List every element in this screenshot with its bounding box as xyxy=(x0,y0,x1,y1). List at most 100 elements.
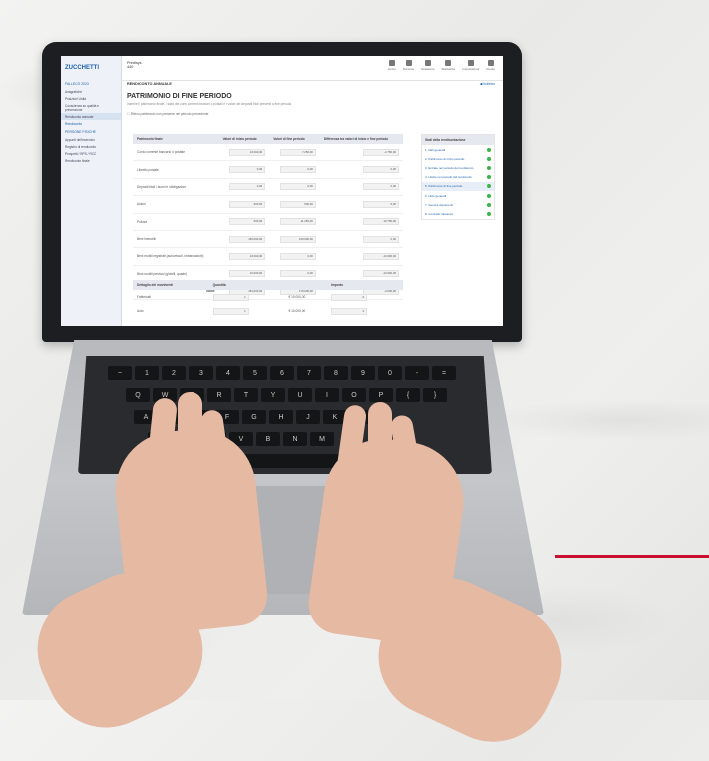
value-field[interactable]: 11.250,00 xyxy=(279,218,316,226)
row-label: Conto corrente bancario o postale xyxy=(133,144,219,162)
value-field[interactable]: 1 xyxy=(212,307,249,315)
panel-item[interactable]: 2. Patrimonio di inizio periodo xyxy=(422,154,494,163)
key[interactable]: 6 xyxy=(270,366,294,380)
value-field[interactable]: 10.000,00 xyxy=(229,148,266,156)
column-header: Importo xyxy=(327,280,403,290)
value-field[interactable]: 0,00 xyxy=(279,183,316,191)
key[interactable]: 2 xyxy=(162,366,186,380)
panel-item[interactable]: 3. Entrate nel periodo del rendiconto xyxy=(422,163,494,172)
value-field[interactable]: 0,00 xyxy=(279,270,316,278)
value-field: -2.750,00 xyxy=(363,148,399,156)
key[interactable]: 0 xyxy=(378,366,402,380)
value-field[interactable]: 500,00 xyxy=(229,218,266,226)
back-button[interactable]: ◀ Indietro xyxy=(480,82,495,86)
key[interactable]: I xyxy=(315,388,339,402)
sidebar-item[interactable]: Consulenza su qualità e prevenzione xyxy=(61,102,121,113)
sidebar-item-active[interactable]: Rendiconto annuale xyxy=(61,113,121,120)
sidebar: ZUCCHETTI FALLECO 2023 Anagrafiche Posiz… xyxy=(61,56,122,326)
key[interactable]: Y xyxy=(261,388,285,402)
sidebar-item[interactable]: Prospetti / RPS / RCC xyxy=(61,150,121,157)
key[interactable]: P xyxy=(369,388,393,402)
table-row: Polizze 500,00 11.250,00 10.750,00 xyxy=(133,213,403,231)
sidebar-item[interactable]: Anagrafiche xyxy=(61,88,121,95)
table-row: Auto 1 € 10.000,00 0 xyxy=(133,304,403,318)
value-field[interactable]: 0 xyxy=(331,307,368,315)
key[interactable]: R xyxy=(207,388,231,402)
key[interactable]: ~ xyxy=(108,366,132,380)
table-row: Fabbricati 1 € 10.000,00 0 xyxy=(133,290,403,304)
key[interactable]: 1 xyxy=(135,366,159,380)
key[interactable]: O xyxy=(342,388,366,402)
key[interactable]: } xyxy=(423,388,447,402)
panel-item-active[interactable]: 5. Patrimonio di fine periodo xyxy=(422,181,494,191)
topbar-icons: Home Persone Scadenze Statistiche Impost… xyxy=(388,60,495,71)
panel-item[interactable]: 1. Dati generali xyxy=(422,145,494,154)
key[interactable]: U xyxy=(288,388,312,402)
panel-item[interactable]: 7. Genera documenti xyxy=(422,200,494,209)
value-field[interactable]: 1 xyxy=(212,293,249,301)
sidebar-item[interactable]: Registro di rendiconto xyxy=(61,143,121,150)
red-accent-line xyxy=(555,555,709,558)
key[interactable]: - xyxy=(405,366,429,380)
value-field[interactable]: 10.000,00 xyxy=(229,252,266,260)
key[interactable]: 8 xyxy=(324,366,348,380)
people-icon[interactable]: Persone xyxy=(403,60,414,71)
panel-item[interactable]: 4. Uscite nel periodo del rendiconto xyxy=(422,173,494,182)
value-field[interactable]: 0 xyxy=(331,293,368,301)
row-label: Polizze xyxy=(133,213,219,231)
amount-text: € 10.000,00 xyxy=(288,309,306,313)
key[interactable]: B xyxy=(256,432,280,446)
settings-icon[interactable]: Impostazioni xyxy=(462,60,479,71)
key[interactable]: 7 xyxy=(297,366,321,380)
sidebar-item[interactable]: Rendiconto finale xyxy=(61,157,121,164)
key[interactable]: { xyxy=(396,388,420,402)
page-description: Inserire il patrimonio finale, i saldi d… xyxy=(127,102,292,106)
column-header xyxy=(284,280,328,290)
sidebar-section-rendiconto: Rendiconto xyxy=(65,122,83,126)
check-icon xyxy=(487,156,491,161)
value-field[interactable]: 150.000,00 xyxy=(279,235,316,243)
value-field[interactable]: 0,00 xyxy=(229,166,266,174)
panel-item[interactable]: 8. Controllo rilevanze xyxy=(422,209,494,218)
value-field: 10.750,00 xyxy=(363,218,399,226)
key[interactable]: H xyxy=(269,410,293,424)
check-icon xyxy=(487,175,491,180)
panel-title: Stati della rendicontazione xyxy=(422,135,494,145)
key[interactable]: 3 xyxy=(189,366,213,380)
key[interactable]: M xyxy=(310,432,334,446)
table-row: Depositi titoli / buoni e obbligazioni 0… xyxy=(133,178,403,197)
value-field[interactable]: 0,00 xyxy=(279,166,316,174)
value-field[interactable]: 7.250,00 xyxy=(279,148,316,156)
sidebar-item[interactable]: Appunti dell'esercizio xyxy=(61,136,121,143)
value-field[interactable]: 0,00 xyxy=(279,252,316,260)
key[interactable]: 9 xyxy=(351,366,375,380)
sidebar-item[interactable]: Posizioni Unità xyxy=(61,95,121,102)
new-asset-checkbox[interactable]: ☐ Rilevo patrimonio non presente nel per… xyxy=(127,112,497,116)
value-field[interactable]: 500,00 xyxy=(229,200,266,208)
key[interactable]: 4 xyxy=(216,366,240,380)
key[interactable]: = xyxy=(432,366,456,380)
key[interactable]: T xyxy=(234,388,258,402)
value-field[interactable]: 150.000,00 xyxy=(229,235,266,243)
value-field[interactable]: 10.000,00 xyxy=(229,270,266,278)
value-field[interactable]: 500,00 xyxy=(279,200,316,208)
key[interactable]: J xyxy=(296,410,320,424)
key[interactable]: 5 xyxy=(243,366,267,380)
column-header: Valori di fine periodo xyxy=(269,134,320,144)
row-label: Fabbricati xyxy=(137,295,151,299)
table-row: Libretto postale 0,00 0,00 0,00 xyxy=(133,160,403,179)
calendar-icon[interactable]: Scadenze xyxy=(421,60,434,71)
key[interactable]: G xyxy=(242,410,266,424)
user-icon[interactable]: Utente xyxy=(486,60,495,71)
value-field[interactable]: 0,00 xyxy=(229,183,266,191)
panel-item[interactable]: 6. Note generali xyxy=(422,191,494,200)
value-field: 0,00 xyxy=(363,235,399,243)
key[interactable]: N xyxy=(283,432,307,446)
page-title: PATRIMONIO DI FINE PERIODO xyxy=(127,93,232,100)
table-row: Beni immobili 150.000,00 150.000,00 0,00 xyxy=(133,230,403,249)
key[interactable]: Q xyxy=(126,388,150,402)
stats-icon[interactable]: Statistiche xyxy=(441,60,455,71)
row-label: Libretto postale xyxy=(133,160,219,179)
home-icon[interactable]: Home xyxy=(388,60,396,71)
row-label: Beni mobili registrati (autoveicoli, imb… xyxy=(133,247,219,266)
